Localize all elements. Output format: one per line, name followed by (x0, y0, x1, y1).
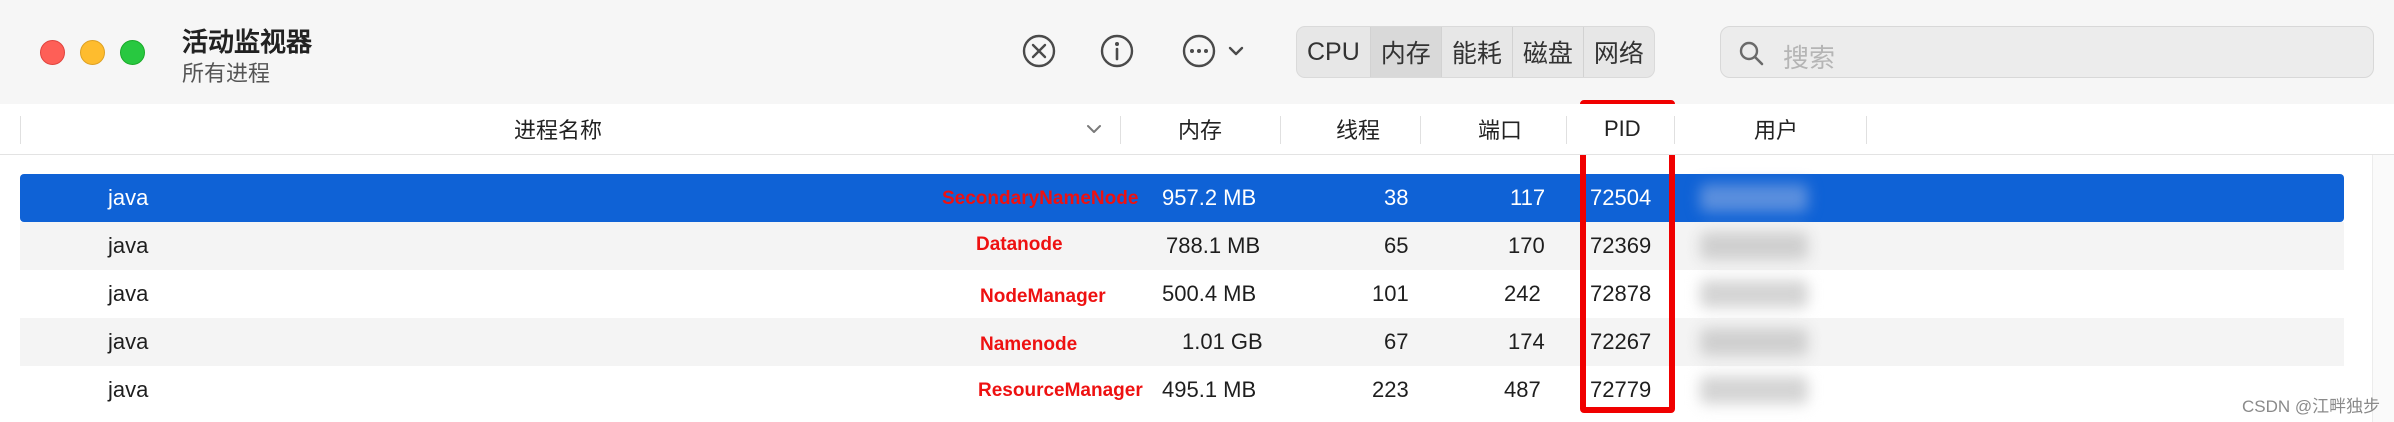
cell-ports: 242 (1504, 281, 1541, 306)
redacted-user (1700, 280, 1808, 308)
info-circle-icon (1100, 34, 1134, 68)
column-header-process-name[interactable]: 进程名称 (514, 104, 602, 154)
window-subtitle: 所有进程 (182, 61, 271, 86)
search-icon (1737, 39, 1765, 72)
toolbar: 活动监视器 所有进程 CPU 内存 能耗 磁盘 网络 搜索 (0, 0, 2394, 105)
tab-memory[interactable]: 内存 (1370, 27, 1442, 77)
cell-memory: 495.1 MB (1162, 377, 1257, 402)
cell-memory: 1.01 GB (1182, 329, 1263, 354)
annotation-secondary-namenode: SecondaryNameNode (942, 188, 1139, 209)
cell-process-name: java (108, 185, 149, 210)
cell-threads: 67 (1384, 329, 1409, 354)
cell-threads: 101 (1372, 281, 1409, 306)
cell-process-name: java (108, 233, 149, 258)
column-header-threads[interactable]: 线程 (1336, 104, 1380, 154)
sort-indicator[interactable] (1084, 104, 1104, 154)
tab-energy[interactable]: 能耗 (1442, 27, 1513, 77)
cell-memory: 788.1 MB (1166, 233, 1261, 258)
column-separator (1120, 116, 1121, 144)
window-title: 活动监视器 (182, 27, 313, 57)
redacted-user (1700, 376, 1808, 404)
cell-threads: 65 (1384, 233, 1409, 258)
column-separator (1280, 116, 1281, 144)
annotation-nodemanager: NodeManager (980, 286, 1106, 307)
tab-network[interactable]: 网络 (1584, 27, 1654, 77)
cell-threads: 38 (1384, 185, 1409, 210)
ellipsis-circle-icon (1182, 34, 1216, 68)
tab-disk[interactable]: 磁盘 (1513, 27, 1584, 77)
redacted-user (1700, 232, 1808, 260)
column-separator (20, 116, 21, 144)
cell-memory: 500.4 MB (1162, 281, 1257, 306)
column-header-ports[interactable]: 端口 (1478, 104, 1522, 154)
cell-process-name: java (108, 377, 149, 402)
table-row[interactable]: java 788.1 MB 65 170 72369 (20, 222, 2344, 270)
redacted-user (1700, 184, 1808, 212)
column-separator (1420, 116, 1421, 144)
column-header-memory[interactable]: 内存 (1178, 104, 1222, 154)
cell-threads: 223 (1372, 377, 1409, 402)
column-header-pid[interactable]: PID (1604, 104, 1641, 154)
table-row[interactable]: java 500.4 MB 101 242 72878 (20, 270, 2344, 318)
info-button[interactable] (1096, 30, 1138, 72)
cell-ports: 174 (1508, 329, 1545, 354)
stop-process-button[interactable] (1018, 30, 1060, 72)
annotation-resourcemanager: ResourceManager (978, 380, 1143, 401)
cell-process-name: java (108, 281, 149, 306)
cell-process-name: java (108, 329, 149, 354)
chevron-down-icon (1087, 125, 1101, 133)
column-separator (1866, 116, 1867, 144)
x-circle-icon (1022, 34, 1056, 68)
search-placeholder: 搜索 (1783, 43, 1836, 73)
cell-ports: 117 (1510, 185, 1546, 210)
watermark: CSDN @江畔独步 (2242, 397, 2381, 416)
close-window-button[interactable] (40, 40, 65, 65)
column-separator (1674, 116, 1675, 144)
column-header-user[interactable]: 用户 (1754, 104, 1798, 154)
table-header-labels: 进程名称 内存 线程 端口 PID 用户 (0, 104, 2394, 154)
tab-cpu[interactable]: CPU (1297, 27, 1371, 77)
cell-ports: 170 (1508, 233, 1545, 258)
annotation-namenode: Namenode (980, 334, 1078, 355)
cell-ports: 487 (1504, 377, 1541, 402)
cell-memory: 957.2 MB (1162, 185, 1257, 210)
vertical-scrollbar[interactable] (2372, 155, 2394, 422)
minimize-window-button[interactable] (80, 40, 105, 65)
search-input[interactable]: 搜索 (1720, 26, 2374, 78)
table-row[interactable]: java 957.2 MB 38 117 72504 (20, 174, 2344, 222)
chevron-down-icon (1228, 46, 1244, 56)
more-actions-button[interactable] (1176, 30, 1252, 72)
zoom-window-button[interactable] (120, 40, 145, 65)
view-tabs: CPU 内存 能耗 磁盘 网络 (1296, 26, 1655, 78)
table-row[interactable]: java 1.01 GB 67 174 72267 (20, 318, 2344, 366)
annotation-datanode: Datanode (976, 234, 1063, 255)
redacted-user (1700, 328, 1808, 356)
table-row[interactable]: java 495.1 MB 223 487 72779 (20, 366, 2344, 414)
column-separator (1566, 116, 1567, 144)
